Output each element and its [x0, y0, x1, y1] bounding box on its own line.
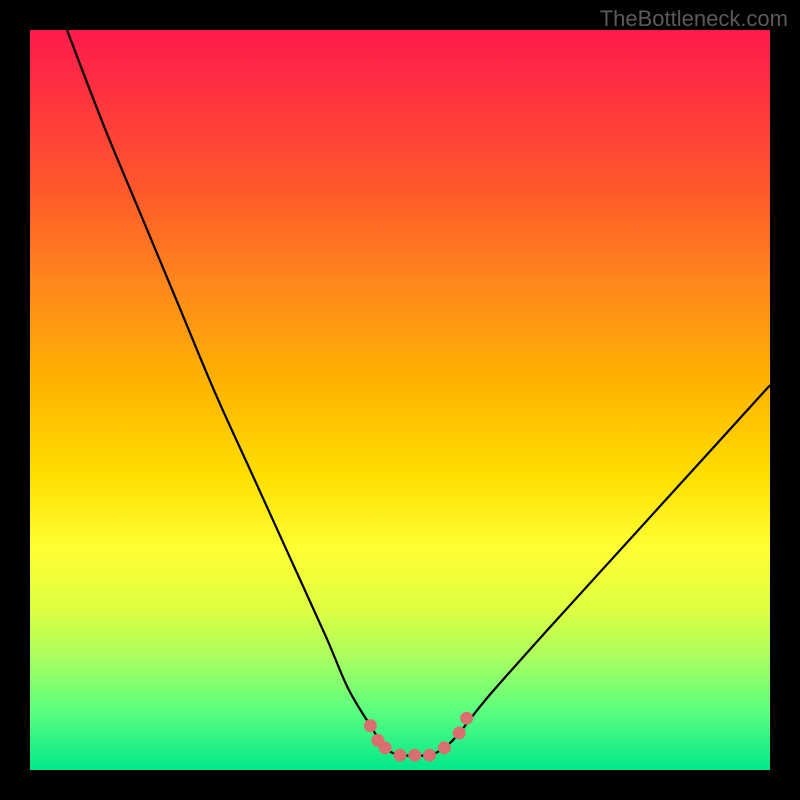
marker-point	[394, 749, 407, 762]
watermark-text: TheBottleneck.com	[600, 6, 788, 32]
marker-point	[453, 727, 466, 740]
marker-group	[364, 712, 473, 762]
chart-frame: TheBottleneck.com	[0, 0, 800, 800]
marker-point	[408, 749, 421, 762]
marker-point	[379, 741, 392, 754]
marker-point	[438, 741, 451, 754]
marker-point	[460, 712, 473, 725]
chart-svg	[30, 30, 770, 770]
marker-point	[364, 719, 377, 732]
bottleneck-curve	[67, 30, 770, 756]
gradient-plot-area	[30, 30, 770, 770]
marker-point	[423, 749, 436, 762]
